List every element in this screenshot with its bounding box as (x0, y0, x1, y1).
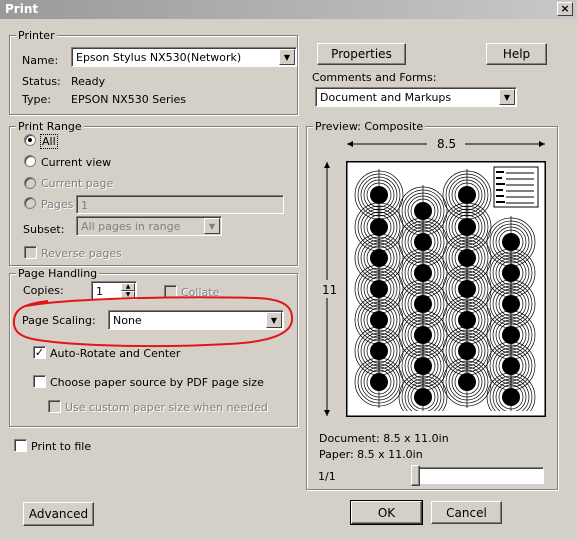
radio-all[interactable] (24, 134, 36, 146)
ok-button[interactable]: OK (350, 500, 423, 525)
title-bar: Print × (0, 0, 577, 19)
pages-input-value: 1 (81, 199, 88, 212)
red-annotation-ellipse (12, 296, 294, 348)
printer-name-value: Epson Stylus NX530(Network) (76, 51, 242, 64)
page-slider-track[interactable] (411, 467, 544, 484)
status-value: Ready (71, 75, 106, 88)
radio-selected-dot (28, 138, 32, 142)
cancel-button[interactable]: Cancel (431, 501, 502, 524)
type-label: Type: (22, 93, 51, 106)
paper-source-checkbox[interactable] (33, 375, 46, 388)
paper-size: Paper: 8.5 x 11.0in (319, 448, 423, 461)
pattern-dot (414, 388, 432, 406)
reverse-pages-checkbox (24, 246, 37, 259)
page-slider-thumb[interactable] (411, 465, 420, 486)
reverse-pages-label: Reverse pages (41, 247, 122, 260)
subset-dropdown: All pages in range ▼ (76, 216, 222, 236)
document-size: Document: 8.5 x 11.0in (319, 432, 449, 445)
width-label: 8.5 (437, 137, 457, 151)
radio-pages (24, 197, 36, 209)
paper-source-label[interactable]: Choose paper source by PDF page size (50, 376, 264, 389)
printer-name-label: Name: (22, 54, 59, 67)
radio-current-page (24, 177, 36, 189)
chevron-down-icon[interactable]: ▼ (279, 49, 295, 65)
subset-label: Subset: (23, 223, 65, 236)
radio-current-view-label[interactable]: Current view (41, 156, 111, 169)
print-to-file-checkbox[interactable] (14, 439, 27, 452)
radio-all-label[interactable]: All (40, 134, 58, 149)
close-icon: × (560, 2, 570, 15)
printer-name-dropdown[interactable]: Epson Stylus NX530(Network) ▼ (71, 47, 297, 67)
properties-button[interactable]: Properties (317, 43, 406, 65)
pattern-dot (502, 388, 520, 406)
comments-forms-dropdown[interactable]: Document and Markups ▼ (315, 87, 517, 107)
preview-legend: Preview: Composite (313, 120, 426, 133)
comments-forms-value: Document and Markups (320, 91, 452, 104)
chevron-down-icon[interactable]: ▼ (499, 89, 515, 105)
help-button[interactable]: Help (486, 43, 547, 65)
page-counter: 1/1 (318, 470, 336, 483)
window-title: Print (5, 2, 39, 16)
advanced-button[interactable]: Advanced (23, 502, 94, 526)
printer-legend: Printer (16, 29, 57, 42)
custom-paper-label: Use custom paper size when needed (65, 401, 268, 414)
subset-value: All pages in range (81, 220, 181, 233)
pattern-dot (370, 373, 388, 391)
preview-page (346, 161, 546, 417)
spin-up-icon[interactable]: ▲ (121, 283, 135, 291)
type-value: EPSON NX530 Series (71, 93, 187, 106)
print-to-file-label[interactable]: Print to file (31, 440, 91, 453)
custom-paper-checkbox (48, 400, 61, 413)
page-handling-legend: Page Handling (16, 267, 100, 280)
pattern-dot (458, 373, 476, 391)
radio-current-page-label: Current page (41, 177, 114, 190)
pages-input: 1 (76, 195, 284, 214)
chevron-down-icon: ▼ (204, 218, 220, 234)
radio-current-view[interactable] (24, 155, 36, 167)
radio-pages-label: Pages (41, 198, 74, 211)
close-button[interactable]: × (557, 2, 573, 16)
comments-forms-label: Comments and Forms: (312, 71, 437, 84)
height-label: 11 (322, 283, 338, 297)
status-label: Status: (22, 75, 61, 88)
print-range-legend: Print Range (16, 120, 84, 133)
